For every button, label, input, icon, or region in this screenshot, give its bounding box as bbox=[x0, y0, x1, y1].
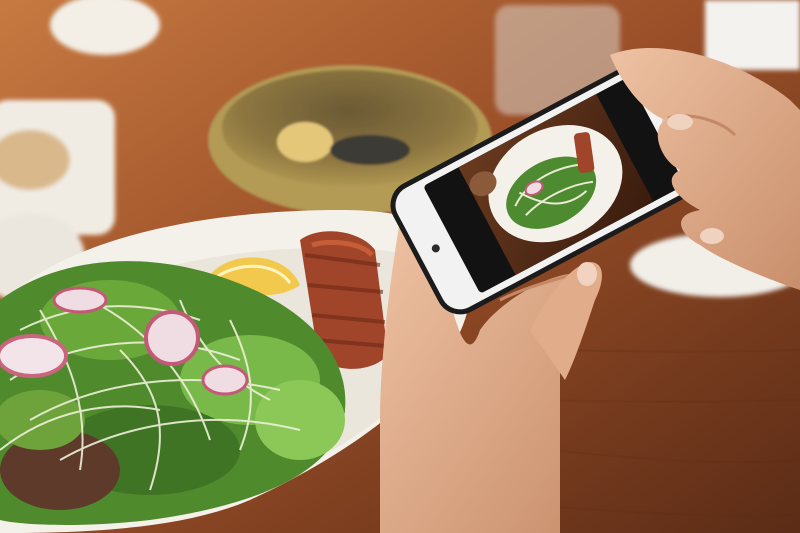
thumb-nail bbox=[577, 262, 597, 286]
photo-scene bbox=[0, 0, 800, 533]
white-appliance bbox=[705, 0, 800, 70]
thumbnail-nail bbox=[667, 114, 693, 130]
finger-nail bbox=[700, 228, 724, 244]
